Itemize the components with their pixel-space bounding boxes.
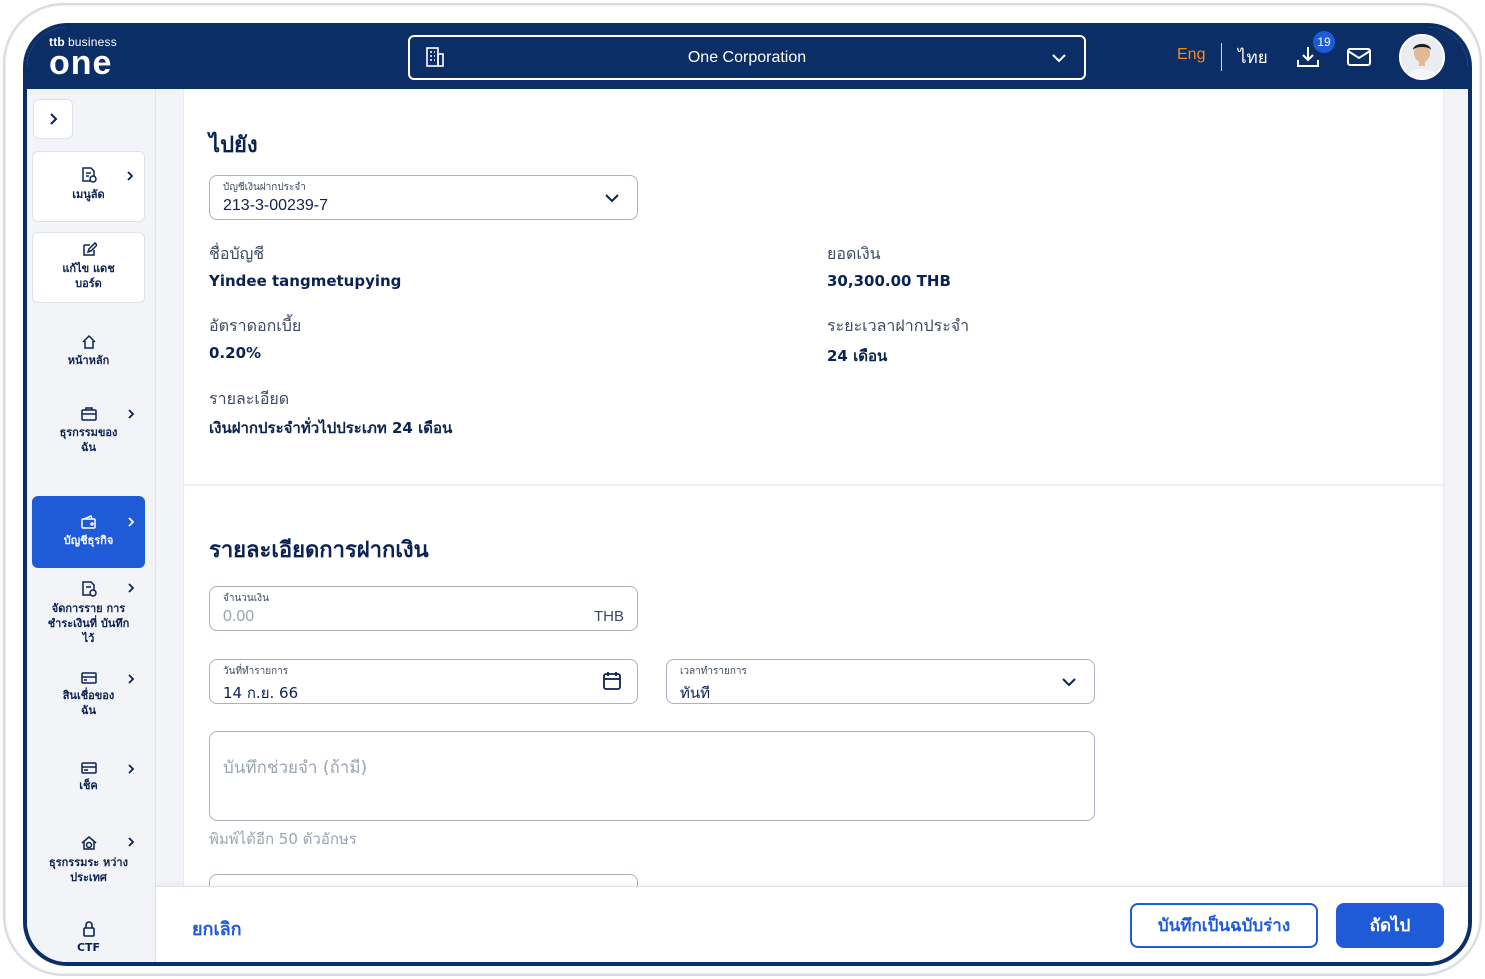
device-frame: ttb business one One Corporation Eng ไทย…: [3, 3, 1482, 976]
card-icon: [80, 672, 97, 684]
briefcase-icon: [80, 407, 97, 421]
balance-value: 30,300.00 THB: [827, 272, 951, 290]
sidebar-expand-button[interactable]: [33, 99, 73, 139]
detail-label: รายละเอียด: [209, 389, 290, 408]
sidebar-item-saved-payments[interactable]: จัดการราย การชำระเงินที่ บันทึกไว้: [32, 576, 145, 656]
cheque-icon: [80, 762, 97, 774]
edit-icon: [82, 242, 97, 256]
time-value: ทันที: [680, 684, 711, 702]
top-bar: ttb business one One Corporation Eng ไทย…: [27, 27, 1468, 89]
device-bezel: ttb business one One Corporation Eng ไทย…: [23, 23, 1472, 966]
action-footer: ยกเลิก บันทึกเป็นฉบับร่าง ถัดไป: [156, 886, 1468, 962]
document-pay-icon: [81, 581, 97, 597]
memo-char-hint: พิมพ์ได้อีก 50 ตัวอักษร: [209, 830, 357, 848]
date-value: 14 ก.ย. 66: [223, 684, 299, 702]
deposit-details-title: รายละเอียดการฝากเงิน: [209, 538, 429, 563]
sidebar-item-label: ธุรกรรมของ ฉัน: [59, 426, 118, 454]
company-selector[interactable]: One Corporation: [408, 35, 1086, 80]
sidebar: เมนูลัด แก้ไข แดชบอร์ด หน้าหลัก ธุรกรรมข…: [27, 89, 156, 962]
chevron-down-icon: [1050, 49, 1068, 71]
next-button[interactable]: ถัดไป: [1336, 903, 1444, 948]
interest-value: 0.20%: [209, 344, 262, 362]
sidebar-item-label: เช็ค: [79, 779, 98, 792]
balance-label: ยอดเงิน: [827, 244, 881, 263]
sidebar-item-my-loans[interactable]: สินเชื่อของ ฉัน: [32, 667, 145, 727]
term-label: ระยะเวลาฝากประจำ: [827, 316, 970, 335]
sidebar-item-label: บัญชีธุรกิจ: [63, 534, 114, 547]
sidebar-item-label: CTF: [76, 941, 101, 954]
sidebar-item-label: จัดการราย การชำระเงินที่ บันทึกไว้: [47, 602, 130, 645]
transaction-date-input[interactable]: วันที่ทำรายการ 14 ก.ย. 66: [209, 659, 638, 704]
sidebar-item-shortcut-menu[interactable]: เมนูลัด: [32, 151, 145, 222]
chevron-right-icon: [128, 764, 135, 774]
app-logo[interactable]: ttb business one: [49, 35, 117, 82]
sidebar-item-my-transactions[interactable]: ธุรกรรมของ ฉัน: [32, 396, 145, 476]
sidebar-item-edit-dashboard[interactable]: แก้ไข แดชบอร์ด: [32, 232, 145, 303]
account-name-label: ชื่อบัญชี: [209, 244, 265, 263]
globe-house-icon: [81, 836, 96, 850]
sidebar-item-label: แก้ไข แดชบอร์ด: [62, 262, 115, 290]
sidebar-item-business-account[interactable]: บัญชีธุรกิจ: [32, 496, 145, 568]
user-avatar[interactable]: [1399, 34, 1445, 80]
lang-thai[interactable]: ไทย: [1238, 44, 1268, 71]
download-badge: 19: [1313, 31, 1335, 53]
chevron-right-icon: [127, 171, 134, 181]
sidebar-item-label: เมนูลัด: [72, 188, 105, 201]
home-icon: [81, 334, 96, 349]
field-label: บัญชีเงินฝากประจำ: [223, 182, 306, 193]
logo-wordmark: one: [49, 44, 113, 82]
sidebar-item-cheque[interactable]: เช็ค: [32, 757, 145, 807]
amount-input[interactable]: จำนวนเงิน 0.00 THB: [209, 586, 638, 631]
deposit-account-select[interactable]: บัญชีเงินฝากประจำ 213-3-00239-7: [209, 175, 638, 220]
term-value: 24 เดือน: [827, 347, 888, 365]
amount-placeholder: 0.00: [223, 608, 255, 625]
sidebar-item-international[interactable]: ธุรกรรมระ หว่างประเทศ: [32, 830, 145, 890]
wallet-icon: [80, 514, 96, 529]
field-label: จำนวนเงิน: [223, 593, 269, 604]
document-star-icon: [81, 167, 97, 183]
chevron-right-icon: [128, 409, 135, 419]
building-icon: [424, 46, 446, 72]
sidebar-item-label: ธุรกรรมระ หว่างประเทศ: [49, 856, 128, 884]
company-name: One Corporation: [687, 48, 807, 66]
field-label: เวลาทำรายการ: [680, 666, 747, 677]
save-draft-button[interactable]: บันทึกเป็นฉบับร่าง: [1130, 903, 1318, 948]
sidebar-item-home[interactable]: หน้าหลัก: [32, 324, 145, 384]
field-label: วันที่ทำรายการ: [223, 666, 289, 677]
chevron-right-icon: [128, 583, 135, 593]
chevron-right-icon: [128, 674, 135, 684]
app-screen: ttb business one One Corporation Eng ไทย…: [27, 27, 1468, 962]
lang-separator: [1221, 43, 1222, 71]
memo-placeholder: บันทึกช่วยจำ (ถ้ามี): [223, 758, 368, 778]
account-number-value: 213-3-00239-7: [223, 197, 328, 214]
transaction-time-select[interactable]: เวลาทำรายการ ทันที: [666, 659, 1095, 704]
sidebar-item-label: หน้าหลัก: [67, 354, 110, 367]
chevron-down-icon: [605, 194, 619, 203]
chevron-down-icon: [1062, 678, 1076, 687]
destination-title: ไปยัง: [209, 133, 258, 158]
partial-field[interactable]: [209, 874, 638, 886]
main-content: ไปยัง บัญชีเงินฝากประจำ 213-3-00239-7 ชื…: [183, 89, 1444, 886]
detail-value: เงินฝากประจำทั่วไปประเภท 24 เดือน: [209, 419, 453, 437]
calendar-icon[interactable]: [601, 670, 623, 692]
memo-textarea[interactable]: บันทึกช่วยจำ (ถ้ามี): [209, 731, 1095, 821]
mail-icon[interactable]: [1346, 46, 1372, 72]
lock-icon: [82, 921, 95, 937]
lang-eng[interactable]: Eng: [1177, 46, 1205, 64]
account-name-value: Yindee tangmetupying: [209, 272, 402, 290]
sidebar-item-ctf[interactable]: CTF: [32, 921, 145, 957]
sidebar-item-label: สินเชื่อของ ฉัน: [62, 689, 115, 717]
currency-label: THB: [594, 608, 624, 625]
chevron-right-icon: [128, 517, 135, 527]
cancel-button[interactable]: ยกเลิก: [192, 914, 242, 943]
chevron-right-icon: [128, 837, 135, 847]
interest-label: อัตราดอกเบี้ย: [209, 316, 302, 335]
section-divider: [184, 484, 1443, 486]
